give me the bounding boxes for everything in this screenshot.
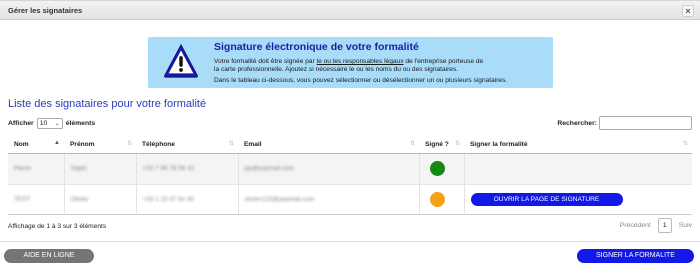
banner-title: Signature électronique de votre formalit… bbox=[214, 41, 419, 53]
cell-prenom: Sapin bbox=[70, 165, 87, 172]
length-suffix: éléments bbox=[65, 120, 96, 127]
column-header-nom[interactable]: Nom ▲ bbox=[8, 136, 64, 154]
column-header-signer[interactable]: Signer la formalité ⇅ bbox=[464, 136, 692, 154]
footer-divider bbox=[0, 241, 700, 242]
sort-asc-icon: ▲ bbox=[54, 140, 60, 146]
chevron-down-icon: ⌄ bbox=[54, 121, 60, 127]
info-banner: Signature électronique de votre formalit… bbox=[148, 37, 553, 88]
table-row[interactable]: Pierre Sapin +33 7 88 78 56 32 pp@yopmai… bbox=[8, 153, 692, 185]
page-length-control: Afficher 10 ⌄ éléments bbox=[8, 118, 95, 129]
cell-nom: TEST bbox=[14, 195, 31, 203]
cell-email: pp@yopmail.com bbox=[244, 165, 294, 172]
search-control: Rechercher: bbox=[557, 116, 692, 130]
pending-status-dot bbox=[429, 191, 445, 207]
search-input[interactable] bbox=[599, 116, 692, 130]
open-signature-page-button[interactable]: OUVRIR LA PAGE DE SIGNATURE bbox=[470, 192, 623, 206]
sort-icon: ⇅ bbox=[682, 141, 688, 147]
section-title: Liste des signataires pour votre formali… bbox=[8, 98, 207, 110]
page-length-value: 10 bbox=[39, 120, 48, 127]
next-page-button[interactable]: Suiv bbox=[679, 222, 692, 229]
pagination: Précédent 1 Suiv bbox=[620, 218, 692, 233]
responsables-legaux-link[interactable]: le ou les responsables légaux bbox=[317, 58, 404, 65]
banner-line-1: Votre formalité doit être signée par le … bbox=[214, 58, 484, 65]
search-label: Rechercher: bbox=[557, 119, 597, 127]
column-header-prenom[interactable]: Prénom ⇅ bbox=[64, 136, 136, 154]
page-1-button[interactable]: 1 bbox=[657, 218, 672, 233]
online-help-button[interactable]: AIDE EN LIGNE bbox=[4, 249, 94, 263]
column-header-telephone[interactable]: Téléphone ⇅ bbox=[136, 136, 238, 154]
warning-triangle-icon bbox=[164, 43, 198, 78]
table-header: Nom ▲ Prénom ⇅ Téléphone ⇅ Email ⇅ Signé ? ⇅ … bbox=[8, 136, 692, 154]
table-row[interactable]: TEST Olivier +33 1 23 47 6x 43 olivier12… bbox=[8, 184, 692, 215]
dialog-titlebar: Gérer les signataires × bbox=[0, 0, 700, 20]
length-prefix: Afficher bbox=[8, 120, 34, 127]
cell-telephone: +33 7 88 78 56 32 bbox=[142, 165, 195, 172]
previous-page-button[interactable]: Précédent bbox=[620, 222, 651, 229]
signed-status-dot bbox=[429, 161, 445, 176]
table-info: Affichage de 1 à 3 sur 3 éléments bbox=[8, 223, 107, 230]
cell-telephone: +33 1 23 47 6x 43 bbox=[142, 195, 194, 203]
signers-table: Nom ▲ Prénom ⇅ Téléphone ⇅ Email ⇅ Signé ? ⇅ … bbox=[8, 136, 692, 215]
sort-icon: ⇅ bbox=[228, 141, 234, 147]
banner-line-3: Dans le tableau ci-dessous, vous pouvez … bbox=[214, 77, 508, 84]
sort-icon: ⇅ bbox=[409, 141, 415, 147]
dialog-title: Gérer les signataires bbox=[8, 6, 83, 15]
cell-prenom: Olivier bbox=[70, 195, 89, 203]
column-header-email[interactable]: Email ⇅ bbox=[238, 136, 419, 154]
sort-icon: ⇅ bbox=[454, 141, 460, 147]
column-header-signe[interactable]: Signé ? ⇅ bbox=[419, 136, 464, 154]
cell-email: olivier123@yopmail.com bbox=[244, 195, 315, 203]
page-length-select[interactable]: 10 ⌄ bbox=[36, 118, 63, 129]
sign-formality-button[interactable]: SIGNER LA FORMALITE bbox=[577, 249, 694, 263]
sort-icon: ⇅ bbox=[126, 141, 132, 147]
cell-nom: Pierre bbox=[14, 165, 32, 172]
banner-line-2: la carte professionnelle. Ajoutez si néc… bbox=[214, 66, 459, 73]
close-icon[interactable]: × bbox=[682, 5, 694, 17]
